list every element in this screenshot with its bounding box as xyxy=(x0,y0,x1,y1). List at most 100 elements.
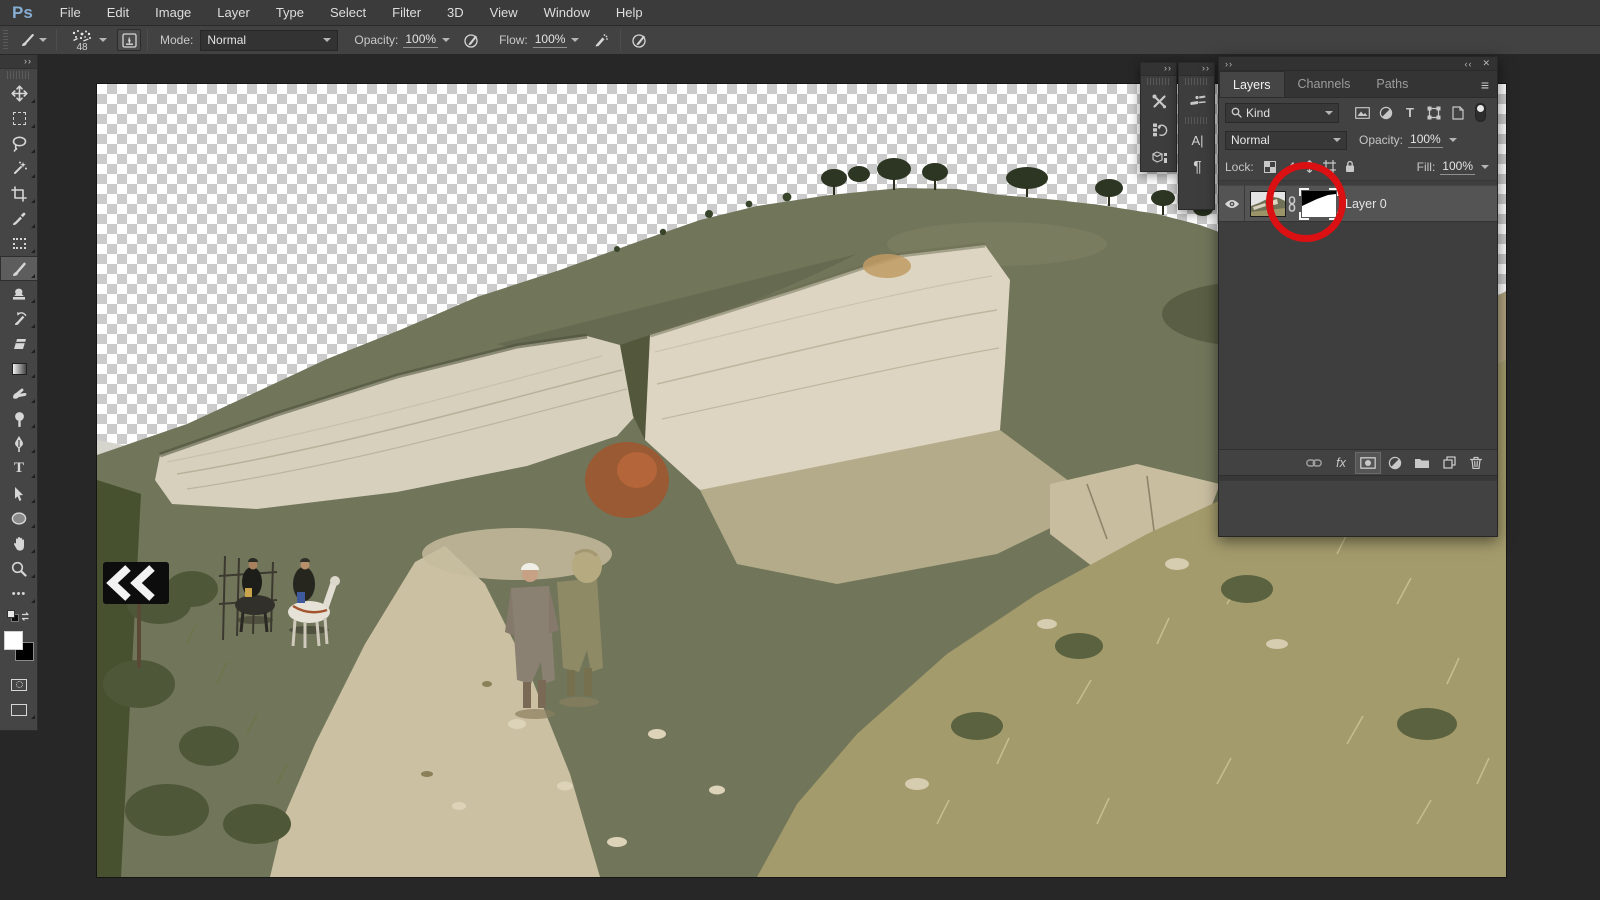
filter-kind-select[interactable]: Kind xyxy=(1225,103,1339,123)
filter-pixel-layers-icon[interactable] xyxy=(1351,103,1373,123)
brush-tool[interactable] xyxy=(0,256,38,281)
edit-toolbar-button[interactable]: ••• xyxy=(0,581,38,606)
menu-item-filter[interactable]: Filter xyxy=(379,0,434,26)
crop-tool[interactable] xyxy=(0,181,38,206)
panel-menu-icon[interactable]: ≡ xyxy=(1481,73,1489,97)
menu-item-layer[interactable]: Layer xyxy=(204,0,263,26)
tab-channels[interactable]: Channels xyxy=(1285,71,1364,97)
chevron-down-icon[interactable] xyxy=(1481,165,1489,169)
menu-item-view[interactable]: View xyxy=(477,0,531,26)
layers-panel-buttons: fx xyxy=(1219,449,1497,475)
hand-tool[interactable] xyxy=(0,531,38,556)
type-tool[interactable]: T xyxy=(0,456,38,481)
menu-item-image[interactable]: Image xyxy=(142,0,204,26)
filter-type-layers-icon[interactable]: T xyxy=(1399,103,1421,123)
airbrush-toggle[interactable] xyxy=(588,29,612,51)
character-panel-icon[interactable]: A| xyxy=(1179,126,1216,154)
expand-icon[interactable]: ›› xyxy=(1225,59,1233,69)
link-layers-button[interactable] xyxy=(1301,452,1327,474)
toolbox-grip[interactable] xyxy=(7,71,30,79)
toolbox-collapse-header[interactable]: ›› xyxy=(0,55,37,69)
dock-expand-header[interactable]: ›› xyxy=(1179,63,1214,76)
smudge-tool[interactable] xyxy=(0,381,38,406)
tab-paths[interactable]: Paths xyxy=(1363,71,1421,97)
3d-panel-icon[interactable] xyxy=(1141,143,1178,171)
quick-mask-mode-button[interactable] xyxy=(0,672,38,697)
panel-dock-right: ›› A| ¶ xyxy=(1178,62,1215,210)
tab-layers[interactable]: Layers xyxy=(1219,71,1285,97)
layer-opacity-value[interactable]: 100% xyxy=(1408,132,1443,148)
quick-selection-tool[interactable] xyxy=(0,156,38,181)
lock-label: Lock: xyxy=(1225,160,1254,174)
pressure-opacity-toggle[interactable] xyxy=(459,29,483,51)
new-layer-button[interactable] xyxy=(1436,452,1462,474)
filter-smart-objects-icon[interactable] xyxy=(1447,103,1469,123)
separator xyxy=(56,29,57,51)
chevron-down-icon[interactable] xyxy=(442,38,450,42)
chevron-down-icon[interactable] xyxy=(571,38,579,42)
paragraph-panel-icon[interactable]: ¶ xyxy=(1179,154,1216,182)
filtering-toggle[interactable] xyxy=(1475,103,1486,122)
brush-panel-icon[interactable] xyxy=(1179,87,1216,115)
collapse-panel-icon[interactable]: ‹‹ xyxy=(1464,59,1472,69)
eraser-tool[interactable] xyxy=(0,331,38,356)
close-panel-icon[interactable]: ✕ xyxy=(1482,58,1491,69)
menu-item-file[interactable]: File xyxy=(47,0,94,26)
layer-row[interactable]: Layer 0 xyxy=(1219,185,1497,222)
dock-grip[interactable] xyxy=(1185,78,1208,85)
menu-item-select[interactable]: Select xyxy=(317,0,379,26)
clone-stamp-tool[interactable] xyxy=(0,281,38,306)
ellipse-tool[interactable] xyxy=(0,506,38,531)
move-tool[interactable] xyxy=(0,81,38,106)
filter-shape-layers-icon[interactable] xyxy=(1423,103,1445,123)
panel-resize-edge[interactable] xyxy=(1219,475,1497,481)
zoom-tool[interactable] xyxy=(0,556,38,581)
blend-mode-select[interactable]: Normal xyxy=(200,30,338,51)
add-layer-mask-button[interactable] xyxy=(1355,452,1381,474)
screen-mode-button[interactable] xyxy=(0,697,38,722)
menu-item-edit[interactable]: Edit xyxy=(94,0,142,26)
lock-all-icon[interactable] xyxy=(1340,158,1360,176)
foreground-color-swatch[interactable] xyxy=(4,631,23,650)
swap-colors-button[interactable] xyxy=(0,606,38,628)
separator xyxy=(620,29,621,51)
menu-item-help[interactable]: Help xyxy=(603,0,656,26)
brush-icon xyxy=(10,260,28,278)
ellipse-icon xyxy=(11,512,27,525)
eyedropper-tool[interactable] xyxy=(0,206,38,231)
visibility-toggle[interactable] xyxy=(1219,185,1245,222)
pen-tool[interactable] xyxy=(0,431,38,456)
opacity-value[interactable]: 100% xyxy=(403,32,438,48)
delete-layer-button[interactable] xyxy=(1463,452,1489,474)
history-brush-tool[interactable] xyxy=(0,306,38,331)
menu-item-3d[interactable]: 3D xyxy=(434,0,477,26)
tool-preset-picker[interactable] xyxy=(16,29,50,51)
lasso-tool[interactable] xyxy=(0,131,38,156)
brush-preset-picker[interactable]: 48 xyxy=(69,28,107,52)
filter-adjustment-layers-icon[interactable] xyxy=(1375,103,1397,123)
menu-item-type[interactable]: Type xyxy=(263,0,317,26)
new-adjustment-layer-button[interactable] xyxy=(1382,452,1408,474)
tools-panel-icon[interactable] xyxy=(1141,87,1178,115)
healing-brush-tool[interactable] xyxy=(0,231,38,256)
menu-item-window[interactable]: Window xyxy=(531,0,603,26)
flow-value[interactable]: 100% xyxy=(533,32,568,48)
options-grip[interactable] xyxy=(3,30,8,50)
toggle-brush-panel-button[interactable] xyxy=(117,29,141,51)
foreground-background-swatches[interactable] xyxy=(0,628,38,664)
dock-expand-header[interactable]: ›› xyxy=(1141,63,1176,76)
history-brush-icon xyxy=(11,310,28,327)
dodge-tool[interactable] xyxy=(0,406,38,431)
history-panel-icon[interactable] xyxy=(1141,115,1178,143)
chevron-down-icon[interactable] xyxy=(1449,138,1457,142)
layer-blend-mode-select[interactable]: Normal xyxy=(1225,131,1347,150)
pressure-size-toggle[interactable] xyxy=(627,29,651,51)
layer-fill-value[interactable]: 100% xyxy=(1440,159,1475,175)
path-selection-tool[interactable] xyxy=(0,481,38,506)
dock-grip[interactable] xyxy=(1147,78,1170,85)
dock-grip[interactable] xyxy=(1185,117,1208,124)
gradient-tool[interactable] xyxy=(0,356,38,381)
new-group-button[interactable] xyxy=(1409,452,1435,474)
layer-style-button[interactable]: fx xyxy=(1328,452,1354,474)
rectangular-marquee-tool[interactable] xyxy=(0,106,38,131)
